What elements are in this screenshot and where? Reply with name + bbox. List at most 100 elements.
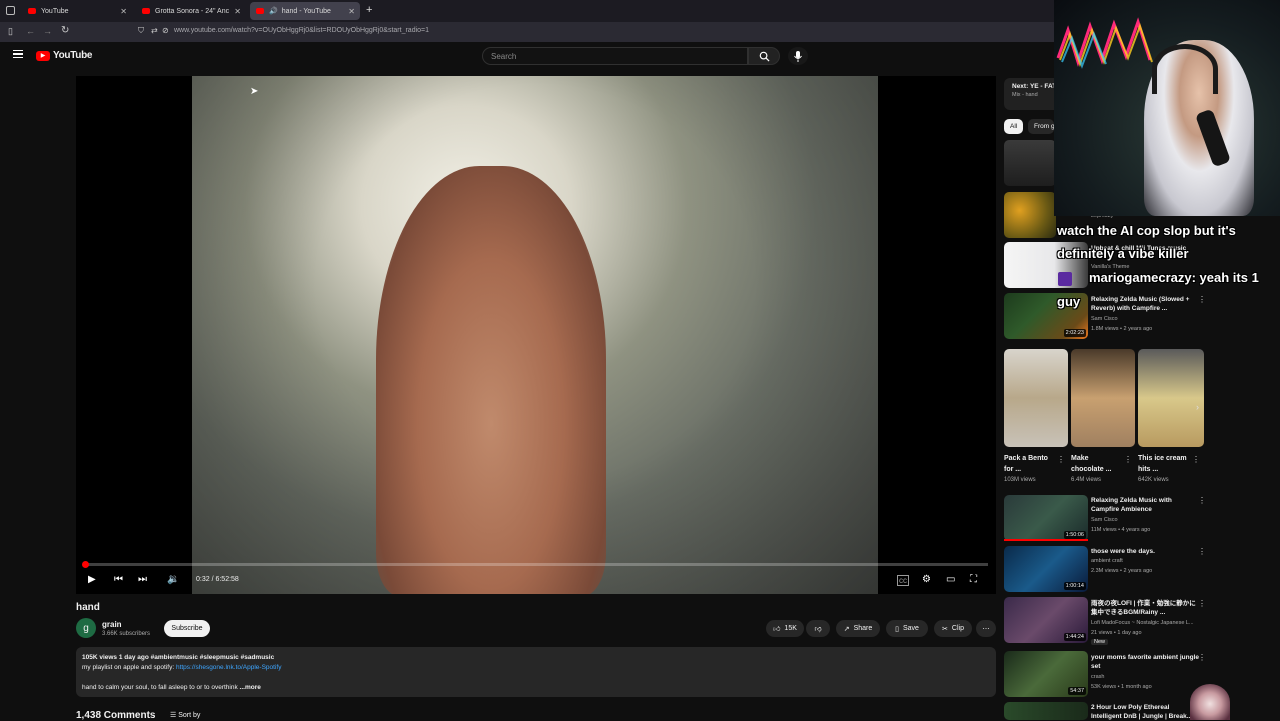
more-icon[interactable]: ⋮	[1198, 653, 1206, 662]
previous-icon[interactable]: ⏮	[114, 574, 123, 585]
short-title[interactable]: Pack a Bento for ...	[1004, 453, 1054, 475]
tab-hand[interactable]: 🔊 hand - YouTube ✕	[250, 2, 360, 20]
tab-title: Grotta Sonora - 24" Ancien	[155, 7, 229, 15]
more-icon[interactable]: ⋮	[1198, 547, 1206, 556]
lock-icon[interactable]: ⊘	[162, 26, 169, 35]
voice-search-button[interactable]	[788, 47, 808, 65]
description-text: hand to calm your soul, to fall asleep t…	[82, 684, 238, 691]
mouse-cursor: ➤	[250, 86, 259, 97]
subtitles-icon[interactable]: cc	[897, 575, 909, 586]
settings-icon[interactable]: ⚙	[922, 574, 931, 585]
thumbs-up-icon: 👍︎	[773, 626, 781, 633]
video-duration: 1:44:24	[1063, 633, 1086, 641]
comments-count: 1,438 Comments	[76, 710, 156, 721]
description-line: hand to calm your soul, to fall asleep t…	[82, 683, 990, 693]
back-icon[interactable]: ←	[26, 26, 35, 36]
channel-name[interactable]: grain	[102, 620, 122, 629]
channel-avatar[interactable]: g	[76, 618, 96, 638]
sidebar-toggle-icon[interactable]	[6, 6, 15, 15]
shorts-next-button[interactable]: ›	[1196, 402, 1199, 412]
short-title[interactable]: Make chocolate ...	[1071, 453, 1121, 475]
video-stats: 21 views • 1 day ago	[1091, 630, 1142, 636]
short-views: 6.4M views	[1071, 477, 1102, 483]
sort-by-button[interactable]: ☰ Sort by	[170, 711, 200, 719]
video-thumbnail[interactable]: 1:00:14	[1004, 546, 1088, 592]
description-link[interactable]: https://shesgone.lnk.to/Apple-Spotify	[176, 664, 282, 671]
dislike-button[interactable]: 👎︎	[806, 620, 830, 637]
youtube-logo[interactable]: ▶ YouTube	[36, 50, 93, 61]
video-title[interactable]: 2 Hour Low Poly Ethereal Intelligent DnB…	[1091, 703, 1199, 721]
chip-from[interactable]: From g	[1028, 119, 1054, 134]
more-icon[interactable]: ⋮	[1057, 455, 1065, 464]
more-actions-button[interactable]: ⋯	[976, 620, 996, 637]
video-title[interactable]: 雨夜の夜LOFI | 作業・勉強に静かに集中できるBGM/Rainy ...	[1091, 599, 1199, 617]
forward-icon[interactable]: →	[43, 26, 52, 36]
short-title[interactable]: This ice cream hits ...	[1138, 453, 1192, 475]
thumbs-down-icon: 👎︎	[814, 626, 822, 633]
youtube-play-icon: ▶	[36, 50, 50, 61]
new-tab-button[interactable]: +	[366, 4, 372, 16]
miniplayer-icon[interactable]: ▭	[946, 574, 955, 585]
menu-icon[interactable]	[13, 50, 23, 58]
reload-icon[interactable]: ↻	[61, 25, 69, 36]
like-button[interactable]: 👍︎ 15K	[766, 620, 804, 637]
permissions-icon[interactable]: ⇄	[151, 26, 158, 35]
sidebar-icon[interactable]: ▯	[8, 26, 13, 37]
video-thumbnail[interactable]: 1:50:06	[1004, 495, 1088, 541]
short-thumbnail[interactable]	[1071, 349, 1135, 447]
video-thumbnail[interactable]	[1004, 140, 1056, 186]
more-icon[interactable]: ⋮	[1124, 455, 1132, 464]
video-thumbnail[interactable]: 1:44:24	[1004, 597, 1088, 643]
chip-all[interactable]: All	[1004, 119, 1024, 134]
next-icon[interactable]: ⏭	[138, 574, 147, 585]
tab-grotta-sonora[interactable]: Grotta Sonora - 24" Ancien ✕	[136, 2, 246, 20]
close-tab-icon[interactable]: ✕	[348, 7, 355, 16]
description-text: my playlist on apple and spotify:	[82, 664, 176, 671]
short-thumbnail[interactable]	[1004, 349, 1068, 447]
video-duration: 54:37	[1068, 687, 1086, 695]
more-icon[interactable]: ⋮	[1192, 455, 1200, 464]
clip-button[interactable]: ✂ Clip	[934, 620, 972, 637]
search-button[interactable]	[748, 47, 780, 65]
url-field[interactable]: www.youtube.com/watch?v=OUyObHggRj0&list…	[174, 27, 429, 34]
description-stats: 105K views 1 day ago #ambientmusic #slee…	[82, 654, 275, 661]
next-label: Next: YE - FAT	[1012, 83, 1056, 90]
video-title[interactable]: Relaxing Zelda Music with Campfire Ambie…	[1091, 496, 1199, 514]
short-thumbnail[interactable]	[1138, 349, 1204, 447]
video-thumbnail[interactable]: 54:37	[1004, 651, 1088, 697]
video-player[interactable]	[76, 76, 996, 594]
video-thumbnail[interactable]	[1004, 192, 1056, 238]
save-button[interactable]: ▯ Save	[886, 620, 928, 637]
time-display: 0:32 / 6:52:58	[196, 576, 239, 583]
close-tab-icon[interactable]: ✕	[120, 7, 127, 16]
progress-bar[interactable]	[84, 563, 988, 566]
video-stats: 11M views • 4 years ago	[1091, 527, 1151, 533]
search-input[interactable]: Search	[482, 47, 748, 65]
video-thumbnail[interactable]	[1004, 702, 1088, 720]
more-link[interactable]: ...more	[240, 684, 261, 691]
shield-icon[interactable]: ⛉	[138, 26, 144, 36]
share-button[interactable]: ↗ Share	[836, 620, 880, 637]
clip-label: Clip	[951, 625, 964, 632]
video-stats: 53K views • 1 month ago	[1091, 684, 1152, 690]
close-tab-icon[interactable]: ✕	[234, 7, 241, 16]
chat-caption: definitely a vibe killer	[1057, 246, 1189, 261]
video-title[interactable]: those were the days.	[1091, 547, 1199, 556]
fullscreen-icon[interactable]: ⛶	[970, 574, 977, 585]
sort-label: Sort by	[178, 712, 201, 719]
tab-title: YouTube	[41, 7, 69, 15]
more-icon[interactable]: ⋮	[1198, 496, 1206, 505]
scrubber-handle[interactable]	[81, 561, 89, 568]
volume-icon[interactable]: 🔉	[167, 574, 179, 585]
play-icon[interactable]: ▶	[88, 574, 96, 585]
description-box[interactable]: 105K views 1 day ago #ambientmusic #slee…	[76, 647, 996, 697]
tab-youtube[interactable]: YouTube ✕	[22, 2, 132, 20]
search-icon	[759, 51, 770, 62]
chat-caption: watch the AI cop slop but it's	[1057, 223, 1236, 238]
streamer-avatar-overlay	[1190, 684, 1230, 720]
more-icon[interactable]: ⋮	[1198, 599, 1206, 608]
more-icon[interactable]: ⋮	[1198, 295, 1206, 304]
video-title[interactable]: your moms favorite ambient jungle set	[1091, 653, 1199, 671]
subscribe-button[interactable]: Subscribe	[164, 620, 210, 637]
video-title[interactable]: Relaxing Zelda Music (Slowed + Reverb) w…	[1091, 295, 1199, 313]
